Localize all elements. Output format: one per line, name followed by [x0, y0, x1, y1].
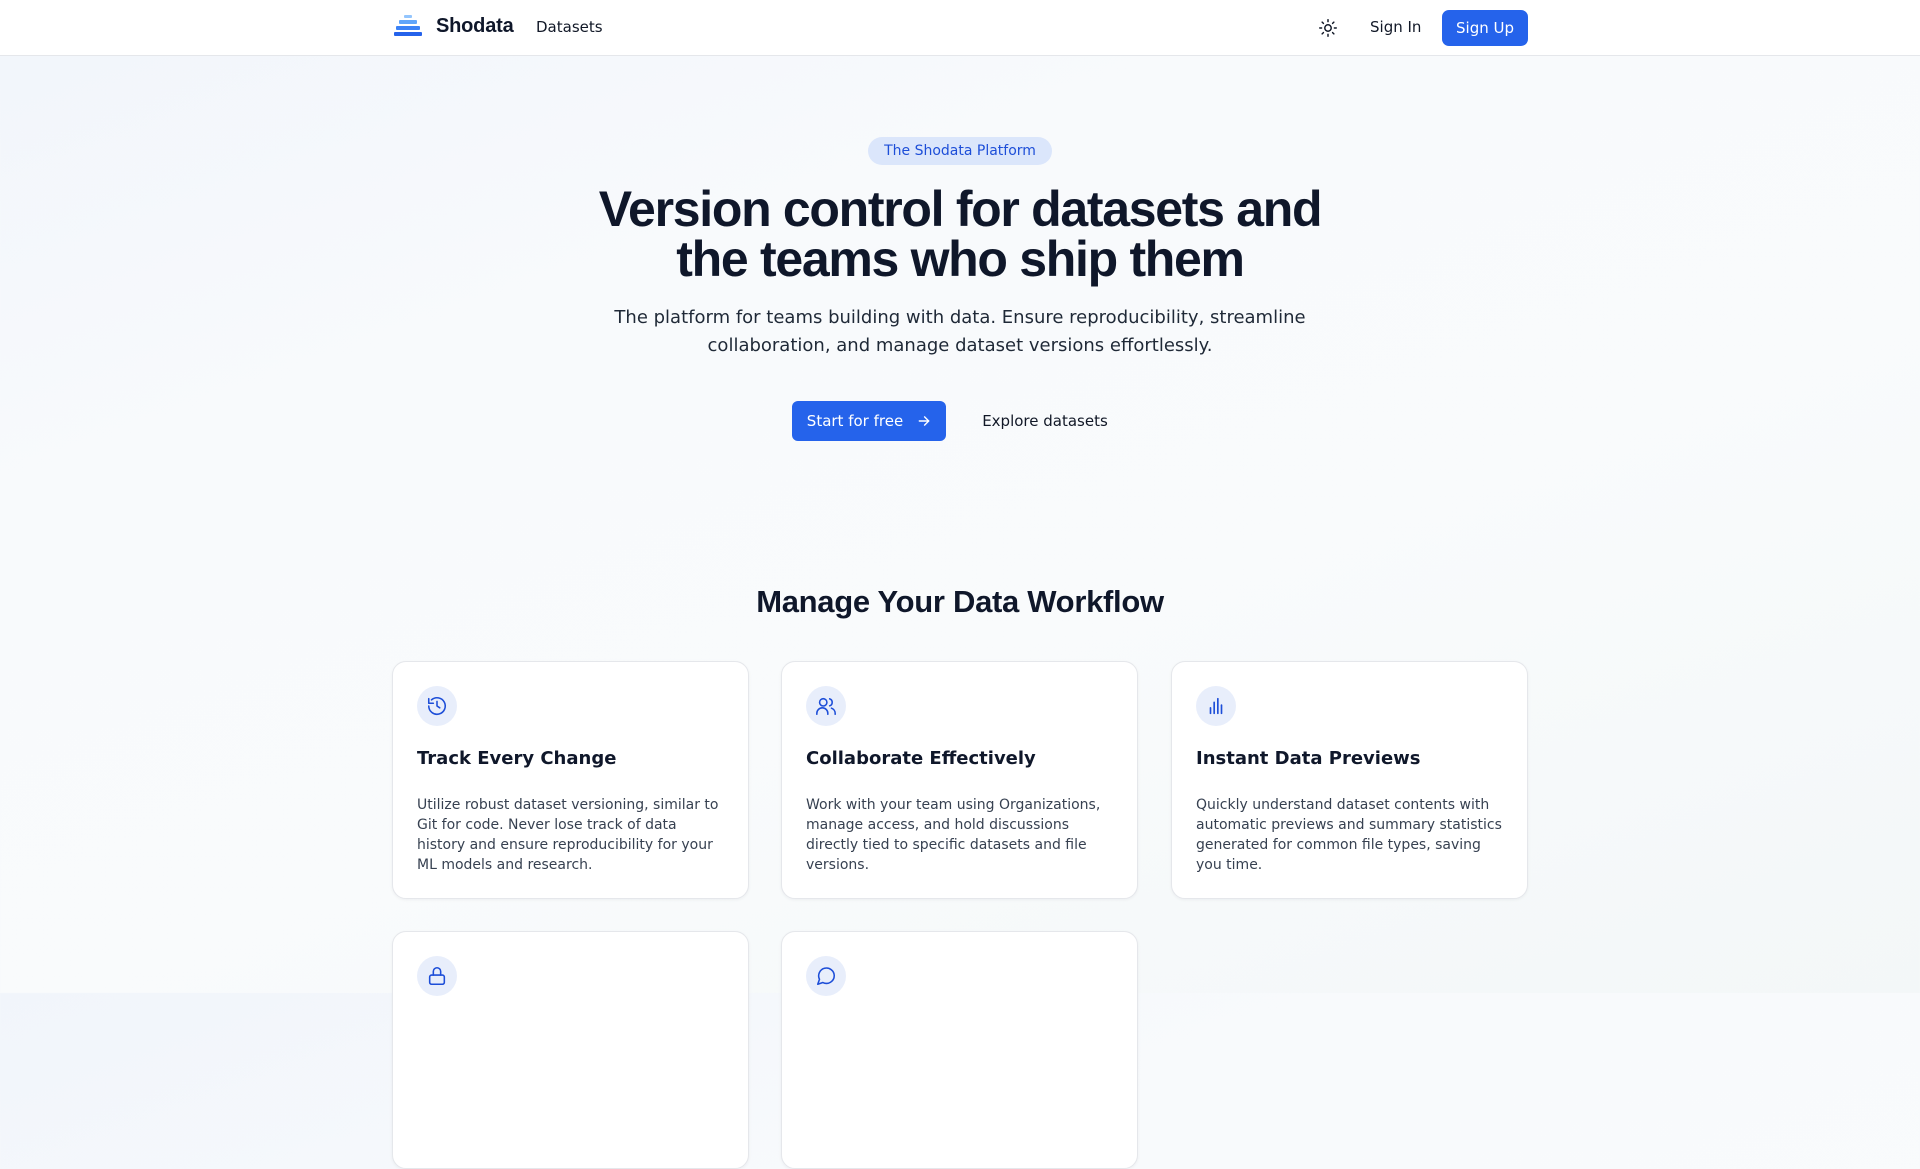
bar-chart-icon [1196, 686, 1236, 726]
feature-card-access [392, 931, 749, 1169]
arrow-right-icon [918, 416, 930, 426]
hero-title: Version control for datasets and the tea… [460, 184, 1460, 284]
nav-link-datasets[interactable]: Datasets [536, 18, 603, 36]
hero-subtitle: The platform for teams building with dat… [560, 304, 1360, 360]
theme-toggle-sun-icon[interactable] [1317, 17, 1339, 39]
hero-title-line-1: Version control for datasets and [598, 181, 1323, 237]
feature-card-collaborate: Collaborate Effectively Work with your t… [781, 661, 1138, 899]
feature-card-discussions [781, 931, 1138, 1169]
hero-subtitle-line-1: The platform for teams building with dat… [614, 307, 1306, 328]
explore-datasets-button[interactable]: Explore datasets [968, 401, 1122, 441]
platform-badge: The Shodata Platform [868, 137, 1052, 165]
sign-up-button[interactable]: Sign Up [1442, 10, 1528, 46]
card-title: Instant Data Previews [1196, 748, 1421, 769]
shodata-logo-icon [394, 14, 422, 38]
card-description: Work with your team using Organizations,… [806, 797, 1101, 873]
feature-card-track-changes: Track Every Change Utilize robust datase… [392, 661, 749, 899]
card-description: Utilize robust dataset versioning, simil… [417, 797, 719, 873]
history-icon [417, 686, 457, 726]
hero-title-line-2: the teams who ship them [676, 231, 1245, 287]
lock-icon [417, 956, 457, 996]
message-icon [806, 956, 846, 996]
users-icon [806, 686, 846, 726]
brand-home-link[interactable]: Shodata [394, 14, 514, 38]
card-description: Quickly understand dataset contents with… [1196, 797, 1502, 873]
top-navigation-bar: Shodata Datasets Sign In Sign Up [0, 0, 1920, 56]
feature-card-previews: Instant Data Previews Quickly understand… [1171, 661, 1528, 899]
sign-in-link[interactable]: Sign In [1370, 18, 1421, 36]
hero-subtitle-line-2: collaboration, and manage dataset versio… [707, 335, 1213, 356]
card-title: Track Every Change [417, 748, 617, 769]
start-for-free-label: Start for free [806, 412, 904, 430]
card-title: Collaborate Effectively [806, 748, 1036, 769]
section-title: Manage Your Data Workflow [756, 584, 1164, 619]
brand-name: Shodata [436, 14, 514, 37]
start-for-free-button[interactable]: Start for free [792, 401, 946, 441]
